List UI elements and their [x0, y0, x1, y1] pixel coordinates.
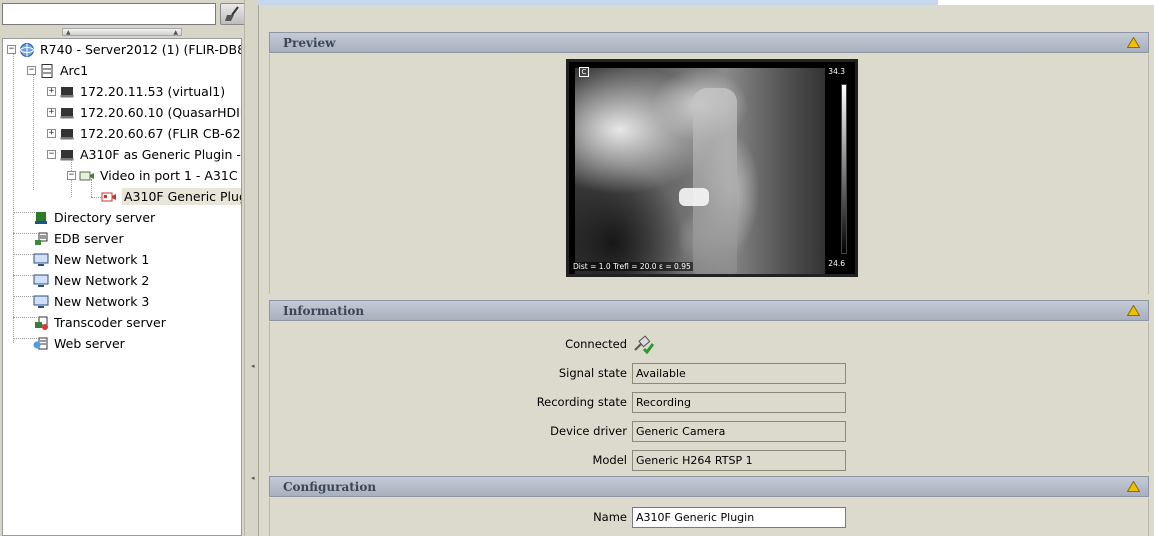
expand-toggle[interactable]: +: [47, 129, 56, 138]
video-port-icon: [79, 168, 95, 184]
archive-icon: [39, 63, 55, 79]
web-server-icon: [33, 336, 49, 352]
thermal-params: Dist = 1.0 Trefl = 20.0 ε = 0.95: [571, 262, 693, 271]
tree-item-server[interactable]: − R740 - Server2012 (1) (FLIR-DB8: [7, 39, 242, 60]
device-driver-field: Generic Camera: [632, 420, 846, 442]
search-button[interactable]: [220, 3, 246, 25]
recording-state-row: Recording state Recording: [270, 391, 1150, 413]
tree-item-network-1[interactable]: New Network 1: [33, 249, 149, 270]
tree-item-label: 172.20.11.53 (virtual1): [80, 84, 226, 99]
tree-item-label: 172.20.60.10 (QuasarHDIF: [80, 105, 242, 120]
search-row: [2, 3, 252, 25]
tree-item-label: New Network 2: [54, 273, 150, 288]
warning-icon[interactable]: [1127, 305, 1140, 316]
tree-scroll-handle[interactable]: ▲ ▲: [62, 28, 182, 36]
tree-item-label: EDB server: [54, 231, 124, 246]
tree-item-device[interactable]: + 172.20.11.53 (virtual1): [47, 81, 225, 102]
model-row: Model Generic H264 RTSP 1: [270, 449, 1150, 471]
thermal-min: 24.6: [826, 259, 847, 268]
information-section-body: Connected Signal state Available Recordi…: [269, 322, 1149, 472]
tree-item-device[interactable]: − A310F as Generic Plugin -: [47, 144, 241, 165]
device-tree: − R740 - Server2012 (1) (FLIR-DB8 − Arc1…: [2, 38, 242, 536]
device-driver-label: Device driver: [550, 424, 627, 438]
tree-item-device[interactable]: + 172.20.60.67 (FLIR CB-62C: [47, 123, 242, 144]
section-title: Information: [283, 303, 365, 318]
model-field: Generic H264 RTSP 1: [632, 449, 846, 471]
collapse-toggle[interactable]: −: [7, 45, 16, 54]
details-panel: Preview C 34.3 24.6 Dist = 1.0 Trefl = 2…: [258, 5, 1154, 536]
tree-item-label: 172.20.60.67 (FLIR CB-62C: [80, 126, 242, 141]
device-icon: [59, 147, 75, 163]
server-globe-icon: [19, 42, 35, 58]
thermal-image: [575, 68, 825, 274]
plug-connected-icon: [632, 334, 655, 357]
tree-item-video-port[interactable]: − Video in port 1 - A31C: [67, 165, 238, 186]
search-input[interactable]: [2, 3, 216, 25]
directory-server-icon: [33, 210, 49, 226]
tree-item-label: Video in port 1 - A31C: [100, 168, 238, 183]
tree-item-directory-server[interactable]: Directory server: [33, 207, 155, 228]
name-input[interactable]: A310F Generic Plugin: [632, 506, 846, 528]
tree-item-network-3[interactable]: New Network 3: [33, 291, 149, 312]
recording-state-label: Recording state: [536, 395, 627, 409]
section-title: Configuration: [283, 479, 377, 494]
network-icon: [33, 273, 49, 289]
tree-item-transcoder-server[interactable]: Transcoder server: [33, 312, 166, 333]
connected-label: Connected: [565, 337, 627, 351]
camera-mode-icon: C: [579, 67, 589, 77]
edb-server-icon: [33, 231, 49, 247]
expand-toggle[interactable]: +: [47, 87, 56, 96]
thermal-max: 34.3: [826, 67, 847, 76]
thermal-preview: C 34.3 24.6 Dist = 1.0 Trefl = 20.0 ε = …: [566, 59, 858, 277]
camera-icon: [101, 189, 117, 205]
expand-toggle[interactable]: +: [47, 108, 56, 117]
configuration-section-header[interactable]: Configuration: [269, 476, 1149, 497]
tree-item-label: Transcoder server: [54, 315, 166, 330]
name-label: Name: [593, 510, 627, 524]
model-label: Model: [592, 453, 627, 467]
tree-item-label: A310F Generic Plug: [122, 188, 241, 205]
signal-state-label: Signal state: [558, 366, 627, 380]
tree-item-network-2[interactable]: New Network 2: [33, 270, 149, 291]
network-icon: [33, 252, 49, 268]
network-icon: [33, 294, 49, 310]
name-row: Name A310F Generic Plugin: [270, 506, 1150, 528]
tree-item-label: A310F as Generic Plugin -: [80, 147, 241, 162]
device-icon: [59, 126, 75, 142]
signal-state-row: Signal state Available: [270, 362, 1150, 384]
tree-item-device[interactable]: + 172.20.60.10 (QuasarHDIF: [47, 102, 242, 123]
collapse-toggle[interactable]: −: [67, 171, 76, 180]
configuration-section-body: Name A310F Generic Plugin: [269, 498, 1149, 536]
collapse-toggle[interactable]: −: [47, 150, 56, 159]
preview-section-header[interactable]: Preview: [269, 32, 1149, 53]
tree-item-label: New Network 1: [54, 252, 150, 267]
device-icon: [59, 84, 75, 100]
warning-icon[interactable]: [1127, 481, 1140, 492]
recording-state-field: Recording: [632, 391, 846, 413]
device-icon: [59, 105, 75, 121]
tree-item-edb-server[interactable]: EDB server: [33, 228, 124, 249]
information-section-header[interactable]: Information: [269, 300, 1149, 321]
warning-icon[interactable]: [1127, 37, 1140, 48]
preview-section-body: C 34.3 24.6 Dist = 1.0 Trefl = 20.0 ε = …: [269, 54, 1149, 294]
connected-row: Connected: [270, 333, 1150, 355]
signal-state-field: Available: [632, 362, 846, 384]
collapse-toggle[interactable]: −: [27, 66, 36, 75]
tree-item-label: R740 - Server2012 (1) (FLIR-DB8: [40, 42, 242, 57]
tree-item-label: Web server: [54, 336, 125, 351]
search-broom-icon: [225, 6, 239, 21]
device-driver-row: Device driver Generic Camera: [270, 420, 1150, 442]
tree-item-arc1[interactable]: − Arc1: [27, 60, 88, 81]
tree-item-label: Directory server: [54, 210, 156, 225]
thermal-scale-bar: [841, 84, 847, 254]
tree-item-web-server[interactable]: Web server: [33, 333, 125, 354]
left-panel: ▲ ▲ − R740 - Server2012 (1) (FLIR-DB8 − A…: [0, 0, 258, 536]
tree-item-label: Arc1: [60, 63, 89, 78]
tree-item-camera[interactable]: A310F Generic Plug: [101, 186, 241, 207]
section-title: Preview: [283, 35, 336, 50]
panel-splitter[interactable]: ◂ ◂: [244, 0, 258, 536]
transcoder-server-icon: [33, 315, 49, 331]
tree-item-label: New Network 3: [54, 294, 150, 309]
